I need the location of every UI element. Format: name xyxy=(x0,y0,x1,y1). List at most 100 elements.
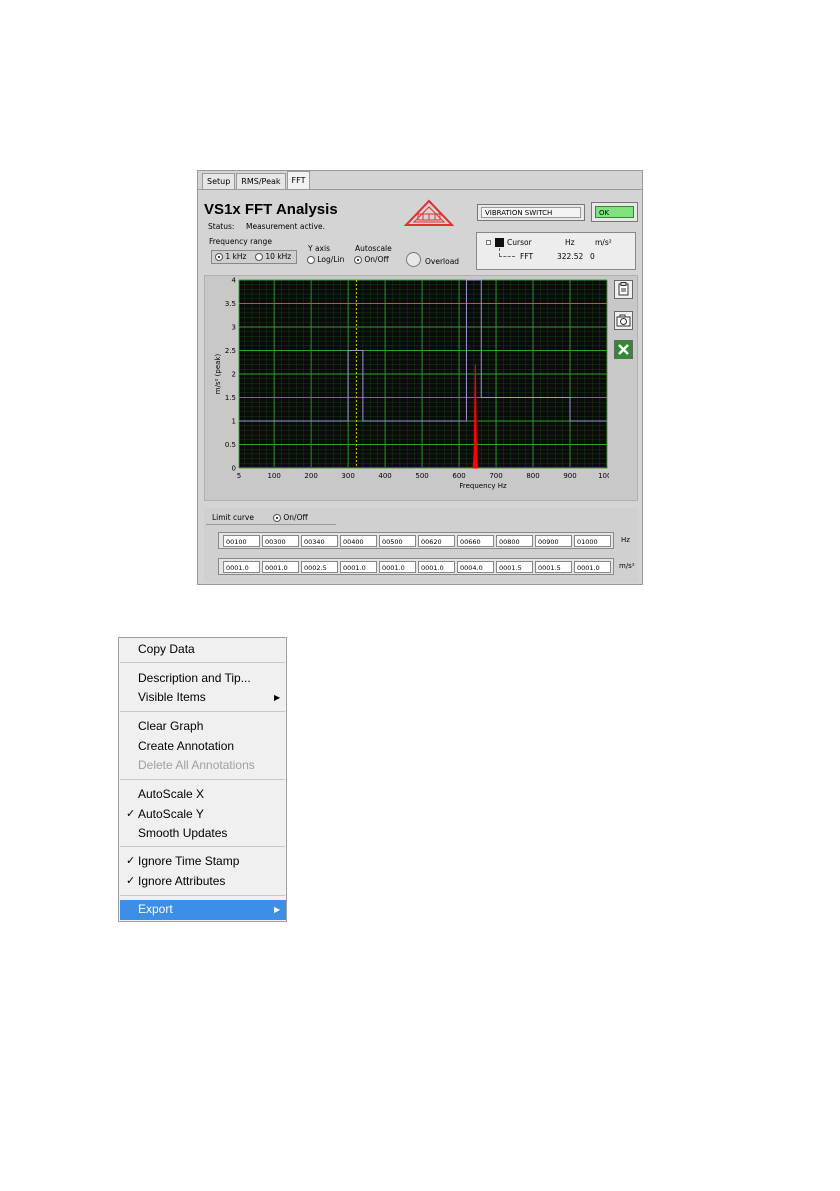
menu-visible-items[interactable]: Visible Items xyxy=(138,690,206,704)
menu-autoscale-x[interactable]: AutoScale X xyxy=(138,787,204,801)
radio-autoscale[interactable]: On/Off xyxy=(354,255,389,264)
radio-log-lin[interactable]: Log/Lin xyxy=(307,255,344,264)
overload-led-icon xyxy=(406,252,421,267)
tab-fft[interactable]: FFT xyxy=(286,171,311,189)
status-value: Measurement active. xyxy=(246,222,326,231)
limit-freq-cell[interactable]: 00400 xyxy=(340,534,377,547)
expand-icon[interactable] xyxy=(486,240,491,245)
menu-ignore-time-stamp[interactable]: ✓ Ignore Time Stamp xyxy=(126,854,239,868)
screenshot-button[interactable] xyxy=(614,311,633,330)
menu-separator xyxy=(120,711,285,712)
excel-export-button[interactable] xyxy=(614,340,633,359)
vibration-switch-indicator: VIBRATION SWITCH xyxy=(477,204,585,221)
limit-level-cell[interactable]: 0004.0 xyxy=(457,560,494,573)
limit-level-cell[interactable]: 0001.0 xyxy=(574,560,611,573)
menu-clear-graph[interactable]: Clear Graph xyxy=(138,719,203,733)
radio-autoscale-label: On/Off xyxy=(364,255,389,264)
menu-description-and-tip[interactable]: Description and Tip... xyxy=(138,671,251,685)
limit-level-row: 0001.0 0001.0 0002.5 0001.0 0001.0 0001.… xyxy=(218,558,614,575)
x-tick-label: 700 xyxy=(489,472,502,480)
limit-freq-cell[interactable]: 00500 xyxy=(379,534,416,547)
graph-context-menu: Copy Data Description and Tip... Visible… xyxy=(118,637,287,922)
y-tick-label: 0.5 xyxy=(225,441,236,449)
limit-freq-cell[interactable]: 00800 xyxy=(496,534,533,547)
radio-limit-curve-dot xyxy=(273,514,281,522)
fft-chart[interactable]: 5 100 200 300 400 500 600 700 800 900 1000 0 0.5 1 1.5… xyxy=(205,276,609,500)
checkmark-icon: ✓ xyxy=(126,875,136,887)
x-tick-label: 600 xyxy=(452,472,465,480)
limit-freq-cell[interactable]: 00100 xyxy=(223,534,260,547)
limit-curve-divider xyxy=(206,524,336,525)
limit-freq-cell[interactable]: 01000 xyxy=(574,534,611,547)
x-tick-label: 200 xyxy=(304,472,317,480)
overload-label: Overload xyxy=(425,257,460,266)
fft-graph[interactable]: 5 100 200 300 400 500 600 700 800 900 1000 0 0.5 1 1.5… xyxy=(204,275,638,501)
clipboard-button[interactable] xyxy=(614,280,633,299)
limit-level-cell[interactable]: 0001.0 xyxy=(223,560,260,573)
freq-unit-label: Hz xyxy=(621,536,630,544)
limit-freq-cell[interactable]: 00660 xyxy=(457,534,494,547)
menu-export[interactable]: Export xyxy=(138,902,173,916)
menu-autoscale-y-label: AutoScale Y xyxy=(138,807,204,821)
x-tick-label: 400 xyxy=(378,472,391,480)
radio-limit-curve[interactable]: On/Off xyxy=(273,513,308,522)
y-tick-label: 1 xyxy=(232,418,236,426)
limit-level-cell[interactable]: 0001.0 xyxy=(379,560,416,573)
x-tick-label: 1000 xyxy=(598,472,609,480)
legend-unit-value: 0 xyxy=(590,252,595,261)
limit-level-cell[interactable]: 0001.5 xyxy=(496,560,533,573)
y-tick-label: 2.5 xyxy=(225,347,236,355)
x-tick-label: 800 xyxy=(526,472,539,480)
limit-level-cell[interactable]: 0001.0 xyxy=(340,560,377,573)
menu-smooth-updates[interactable]: Smooth Updates xyxy=(138,826,227,840)
checkmark-icon: ✓ xyxy=(126,808,136,820)
x-tick-label: 500 xyxy=(415,472,428,480)
radio-1khz-label: 1 kHz xyxy=(225,252,247,261)
level-unit-label: m/s² xyxy=(619,562,635,570)
limit-level-cell[interactable]: 0001.0 xyxy=(418,560,455,573)
autoscale-label: Autoscale xyxy=(355,244,392,253)
legend-unit-header: m/s² xyxy=(595,238,612,247)
limit-freq-cell[interactable]: 00900 xyxy=(535,534,572,547)
radio-log-lin-dot xyxy=(307,256,315,264)
limit-level-cell[interactable]: 0001.5 xyxy=(535,560,572,573)
radio-10khz[interactable]: 10 kHz xyxy=(255,252,291,261)
menu-copy-data[interactable]: Copy Data xyxy=(138,642,195,656)
legend-hz-header: Hz xyxy=(565,238,575,247)
limit-freq-cell[interactable]: 00340 xyxy=(301,534,338,547)
y-axis-label: m/s² (peak) xyxy=(214,354,222,395)
ok-label: OK xyxy=(595,206,634,218)
tab-setup[interactable]: Setup xyxy=(202,173,236,189)
y-axis-label: Y axis xyxy=(308,244,330,253)
limit-freq-cell[interactable]: 00300 xyxy=(262,534,299,547)
y-tick-label: 2 xyxy=(232,371,236,379)
radio-1khz[interactable]: 1 kHz xyxy=(215,252,246,261)
limit-curve-label: Limit curve xyxy=(212,513,254,522)
x-tick-label: 300 xyxy=(341,472,354,480)
tab-rms-peak[interactable]: RMS/Peak xyxy=(236,173,286,189)
excel-icon xyxy=(618,344,629,355)
limit-level-cell[interactable]: 0002.5 xyxy=(301,560,338,573)
cursor-label: Cursor xyxy=(507,238,532,247)
ok-button[interactable]: OK xyxy=(591,202,638,222)
tab-bar: Setup RMS/Peak FFT xyxy=(202,171,311,189)
camera-icon xyxy=(616,314,631,327)
menu-ignore-attributes[interactable]: ✓ Ignore Attributes xyxy=(126,874,225,888)
x-axis-label: Frequency Hz xyxy=(459,482,507,490)
tree-branch-icon xyxy=(499,256,515,258)
legend-hz-value: 322.52 xyxy=(557,252,584,261)
cursor-legend[interactable]: Cursor Hz m/s² FFT 322.52 0 xyxy=(476,232,636,270)
radio-10khz-dot xyxy=(255,253,263,261)
menu-separator xyxy=(120,895,285,896)
brand-logo-icon xyxy=(404,199,454,226)
submenu-arrow-icon: ▶ xyxy=(274,693,281,702)
x-tick-label: 100 xyxy=(267,472,280,480)
fft-window: Setup RMS/Peak FFT VS1x FFT Analysis Sta… xyxy=(197,170,643,585)
menu-create-annotation[interactable]: Create Annotation xyxy=(138,739,234,753)
menu-autoscale-y[interactable]: ✓ AutoScale Y xyxy=(126,807,204,821)
radio-10khz-label: 10 kHz xyxy=(265,252,292,261)
limit-freq-cell[interactable]: 00620 xyxy=(418,534,455,547)
submenu-arrow-icon: ▶ xyxy=(274,905,281,914)
radio-limit-curve-label: On/Off xyxy=(283,513,308,522)
limit-level-cell[interactable]: 0001.0 xyxy=(262,560,299,573)
